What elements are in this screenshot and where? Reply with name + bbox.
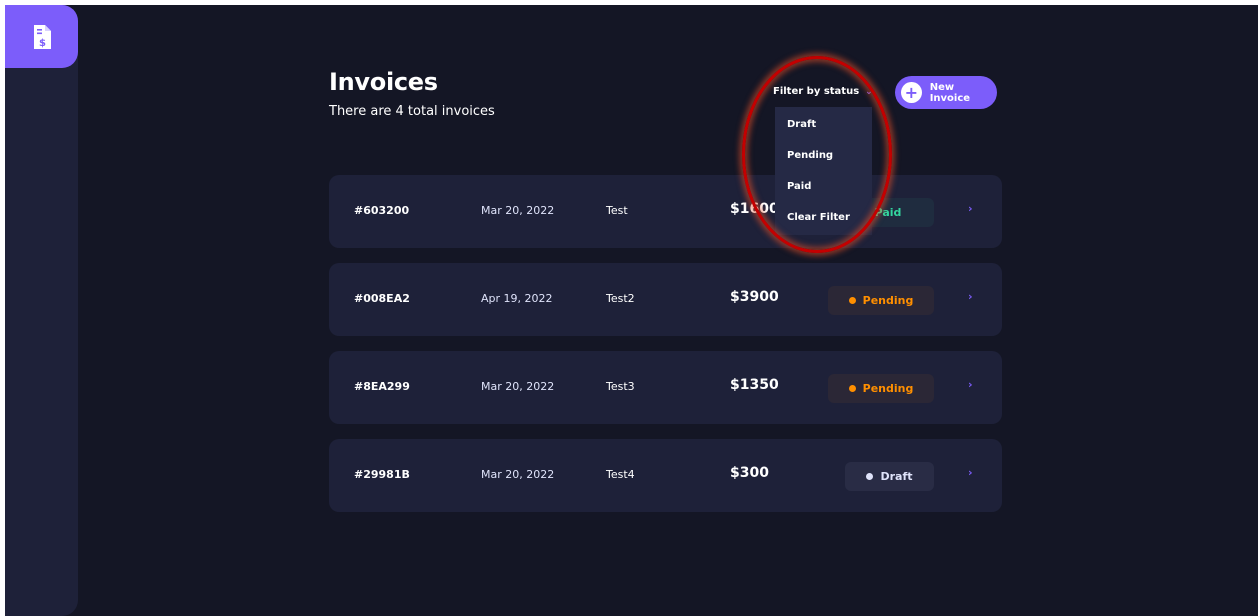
status-label: Draft <box>880 470 913 483</box>
status-dot <box>848 297 856 304</box>
chevron-right-icon[interactable]: › <box>968 378 973 391</box>
chevron-right-icon[interactable]: › <box>968 202 973 215</box>
invoice-amount: $1350 <box>730 377 779 393</box>
filter-option-draft[interactable]: Draft <box>787 119 816 130</box>
invoice-id: #8EA299 <box>354 380 410 393</box>
app-window: $ Invoices There are 4 total invoices Fi… <box>5 5 1258 616</box>
invoice-row[interactable]: #008EA2 Apr 19, 2022 Test2 $3900 Pending… <box>329 263 1002 336</box>
status-badge: Pending <box>828 374 934 403</box>
invoice-client: Test3 <box>606 380 635 393</box>
logo-button[interactable]: $ <box>5 5 78 68</box>
invoice-row[interactable]: #8EA299 Mar 20, 2022 Test3 $1350 Pending… <box>329 351 1002 424</box>
invoice-client: Test4 <box>606 468 635 481</box>
invoice-client: Test <box>606 204 628 217</box>
invoice-id: #603200 <box>354 204 410 217</box>
new-invoice-button[interactable]: + New Invoice <box>895 76 997 109</box>
filter-option-paid[interactable]: Paid <box>787 181 811 192</box>
invoice-amount: $3900 <box>730 289 779 305</box>
status-dot <box>848 385 856 392</box>
invoice-id: #29981B <box>354 468 410 481</box>
invoice-date: Apr 19, 2022 <box>481 292 553 305</box>
invoice-id: #008EA2 <box>354 292 410 305</box>
svg-text:$: $ <box>39 38 46 49</box>
invoice-client: Test2 <box>606 292 635 305</box>
status-label: Paid <box>874 206 902 219</box>
page-title: Invoices <box>329 68 438 96</box>
invoice-row[interactable]: #29981B Mar 20, 2022 Test4 $300 Draft › <box>329 439 1002 512</box>
chevron-right-icon[interactable]: › <box>968 290 973 303</box>
filter-dropdown-menu: Draft Pending Paid Clear Filter <box>775 107 872 235</box>
chevron-right-icon[interactable]: › <box>968 466 973 479</box>
invoice-date: Mar 20, 2022 <box>481 204 555 217</box>
filter-by-status-button[interactable]: Filter by status ⌄ <box>773 86 873 97</box>
invoice-row[interactable]: #603200 Mar 20, 2022 Test $1600 Paid › <box>329 175 1002 248</box>
invoice-amount: $1600 <box>730 201 779 217</box>
status-badge: Draft <box>845 462 934 491</box>
invoice-date: Mar 20, 2022 <box>481 468 555 481</box>
filter-option-clear[interactable]: Clear Filter <box>787 212 850 223</box>
chevron-down-icon: ⌄ <box>865 86 873 97</box>
status-label: Pending <box>862 294 914 307</box>
status-dot <box>866 473 874 480</box>
invoice-dollar-icon: $ <box>33 24 51 49</box>
filter-label: Filter by status <box>773 86 860 97</box>
status-label: Pending <box>862 382 914 395</box>
invoice-list: #603200 Mar 20, 2022 Test $1600 Paid › #… <box>329 175 1002 527</box>
invoice-amount: $300 <box>730 465 769 481</box>
filter-option-pending[interactable]: Pending <box>787 150 833 161</box>
new-invoice-label: New Invoice <box>929 81 971 104</box>
invoice-date: Mar 20, 2022 <box>481 380 555 393</box>
invoice-count-subtitle: There are 4 total invoices <box>329 104 495 119</box>
sidebar: $ <box>5 5 78 616</box>
status-badge: Pending <box>828 286 934 315</box>
plus-icon: + <box>901 82 922 103</box>
